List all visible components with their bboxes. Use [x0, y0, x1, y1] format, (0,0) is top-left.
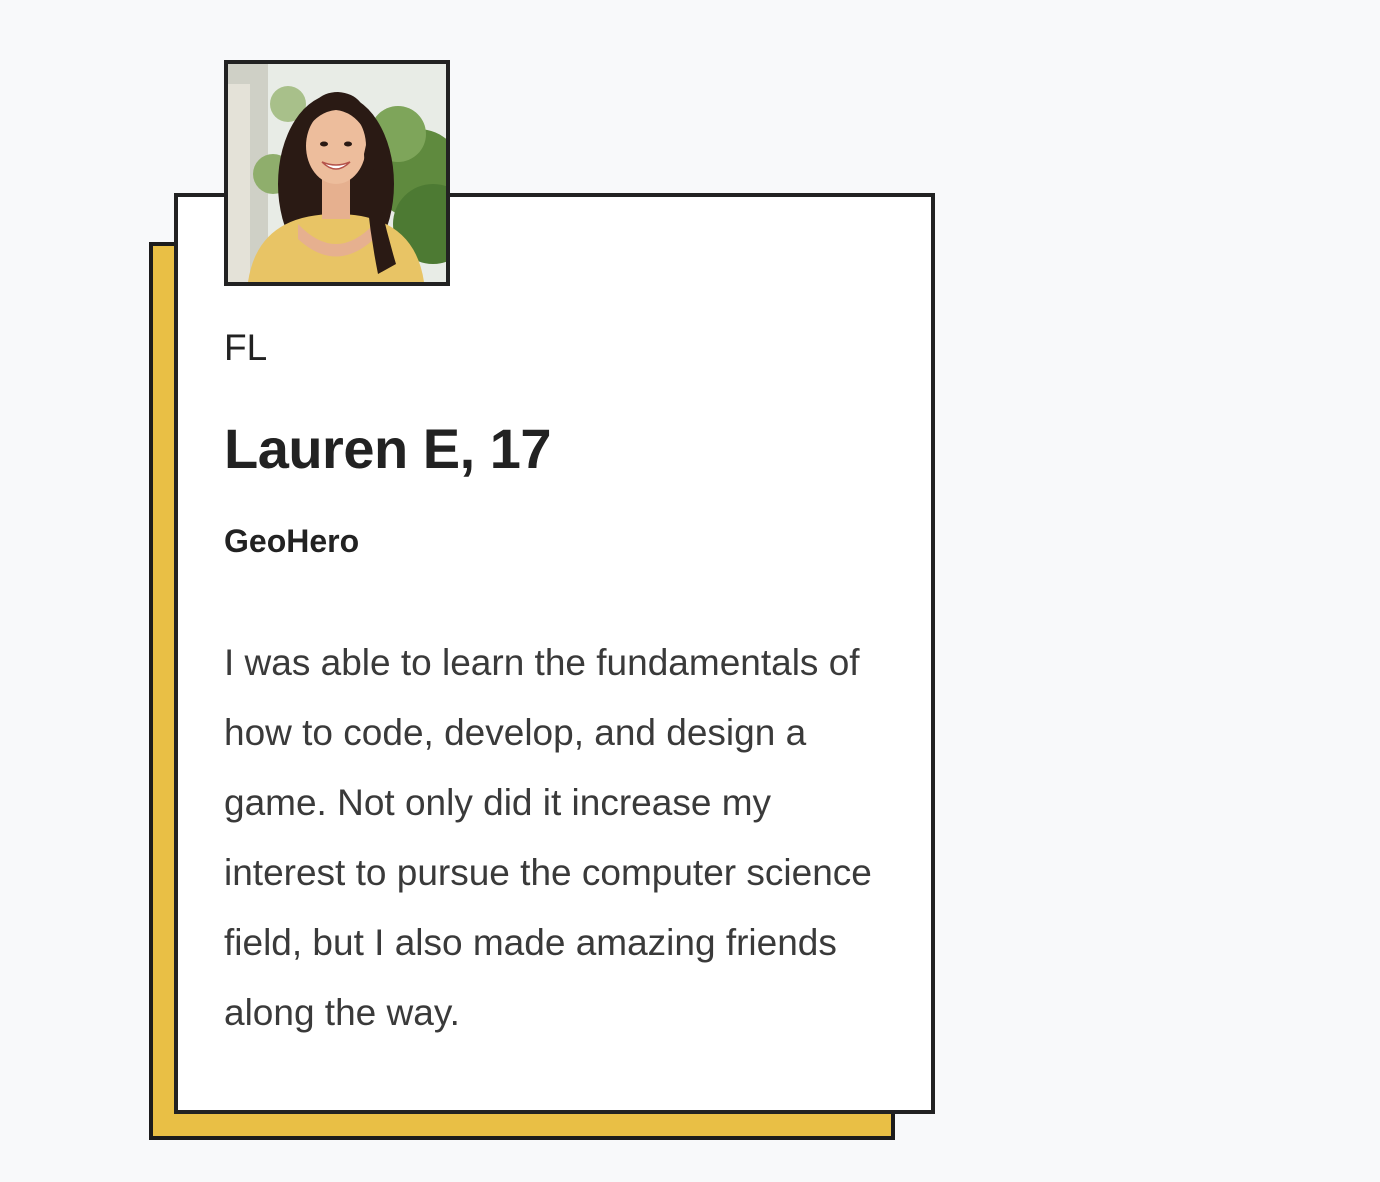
student-name: Lauren E, 17 — [224, 417, 552, 480]
testimonial-quote: I was able to learn the fundamentals of … — [224, 642, 872, 1033]
testimonial-section: FL Lauren E, 17 GeoHero I was able to le… — [0, 0, 1380, 1182]
student-photo — [224, 60, 450, 286]
student-state: FL — [224, 327, 268, 368]
project-title: GeoHero — [224, 523, 360, 559]
